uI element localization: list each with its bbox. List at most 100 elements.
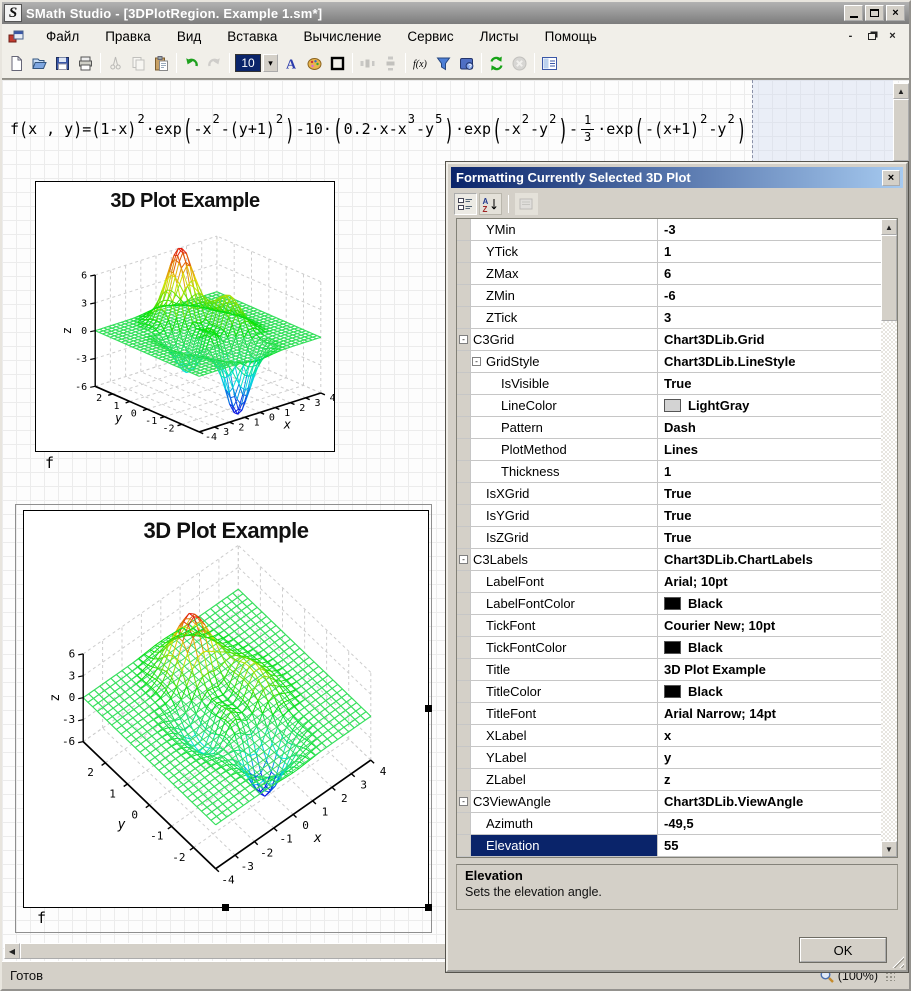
property-value[interactable]: z	[658, 769, 881, 790]
property-value[interactable]: True	[658, 373, 881, 394]
save-button[interactable]	[51, 52, 74, 75]
property-value[interactable]: Black	[658, 637, 881, 658]
property-row-PlotMethod[interactable]: PlotMethodLines	[457, 439, 881, 461]
property-name[interactable]: Azimuth	[471, 813, 658, 834]
property-row-TickFont[interactable]: TickFontCourier New; 10pt	[457, 615, 881, 637]
property-value[interactable]: Black	[658, 681, 881, 702]
property-name[interactable]: ZMin	[471, 285, 658, 306]
title-bar[interactable]: S SMath Studio - [3DPlotRegion. Example …	[2, 2, 909, 24]
property-value[interactable]: True	[658, 527, 881, 548]
property-row-Thickness[interactable]: Thickness1	[457, 461, 881, 483]
font-size-dropdown-icon[interactable]: ▾	[263, 54, 278, 72]
property-row-IsYGrid[interactable]: IsYGridTrue	[457, 505, 881, 527]
property-name[interactable]: C3Labels	[471, 549, 658, 570]
property-value[interactable]: x	[658, 725, 881, 746]
collapse-icon[interactable]: -	[459, 335, 468, 344]
propertygrid-scrollbar[interactable]: ▲ ▼	[881, 219, 897, 857]
property-value[interactable]: y	[658, 747, 881, 768]
plot-region-2[interactable]: -4-3-2-101234210-1-2630-3-6xyz 3D Plot E…	[23, 510, 429, 908]
property-name[interactable]: PlotMethod	[471, 439, 658, 460]
font-size-value[interactable]: 10	[235, 54, 261, 72]
property-row-TitleFont[interactable]: TitleFontArial Narrow; 14pt	[457, 703, 881, 725]
collapse-icon[interactable]: -	[472, 357, 481, 366]
property-row-TitleColor[interactable]: TitleColorBlack	[457, 681, 881, 703]
property-row-C3Grid[interactable]: -C3GridChart3DLib.Grid	[457, 329, 881, 351]
property-value[interactable]: 1	[658, 241, 881, 262]
property-row-LabelFontColor[interactable]: LabelFontColorBlack	[457, 593, 881, 615]
property-name[interactable]: LabelFont	[471, 571, 658, 592]
property-value[interactable]: True	[658, 483, 881, 504]
property-name[interactable]: ZLabel	[471, 769, 658, 790]
menu-item-6[interactable]: Сервис	[394, 26, 466, 47]
property-row-ZLabel[interactable]: ZLabelz	[457, 769, 881, 791]
dialog-close-button[interactable]: ×	[882, 170, 900, 186]
mdi-restore-button[interactable]	[863, 29, 880, 44]
property-name[interactable]: ZMax	[471, 263, 658, 284]
property-name[interactable]: XLabel	[471, 725, 658, 746]
menu-item-4[interactable]: Вставка	[214, 26, 290, 47]
pg-scroll-thumb[interactable]	[881, 235, 897, 321]
property-value[interactable]: 6	[658, 263, 881, 284]
property-name[interactable]: YLabel	[471, 747, 658, 768]
dialog-resize-grip[interactable]	[889, 953, 904, 968]
property-name[interactable]: TickFont	[471, 615, 658, 636]
pg-scroll-down-button[interactable]: ▼	[881, 841, 897, 857]
property-name[interactable]: IsZGrid	[471, 527, 658, 548]
categorized-button[interactable]	[454, 193, 477, 215]
property-value[interactable]: LightGray	[658, 395, 881, 416]
property-name[interactable]: LabelFontColor	[471, 593, 658, 614]
scroll-up-button[interactable]: ▲	[893, 83, 909, 99]
property-row-LineColor[interactable]: LineColorLightGray	[457, 395, 881, 417]
property-row-ZTick[interactable]: ZTick3	[457, 307, 881, 329]
mdi-minimize-button[interactable]: -	[842, 29, 859, 44]
scroll-left-button[interactable]: ◀	[4, 943, 20, 959]
property-name[interactable]: ZTick	[471, 307, 658, 328]
resize-handle-bottom[interactable]	[222, 904, 229, 911]
property-row-Azimuth[interactable]: Azimuth-49,5	[457, 813, 881, 835]
property-row-Title[interactable]: Title3D Plot Example	[457, 659, 881, 681]
recalculate-button[interactable]	[485, 52, 508, 75]
side-panels-button[interactable]	[538, 52, 561, 75]
property-name[interactable]: Pattern	[471, 417, 658, 438]
property-value[interactable]: Chart3DLib.Grid	[658, 329, 881, 350]
property-value[interactable]: 1	[658, 461, 881, 482]
property-name[interactable]: Elevation	[471, 835, 658, 856]
dialog-title-bar[interactable]: Formatting Currently Selected 3D Plot ×	[451, 167, 903, 188]
plot1-function-label[interactable]: f	[45, 454, 54, 472]
property-row-LabelFont[interactable]: LabelFontArial; 10pt	[457, 571, 881, 593]
collapse-icon[interactable]: -	[459, 797, 468, 806]
property-row-C3ViewAngle[interactable]: -C3ViewAngleChart3DLib.ViewAngle	[457, 791, 881, 813]
property-row-C3Labels[interactable]: -C3LabelsChart3DLib.ChartLabels	[457, 549, 881, 571]
resize-handle-right[interactable]	[425, 705, 432, 712]
maximize-button[interactable]	[865, 5, 884, 21]
property-name[interactable]: IsXGrid	[471, 483, 658, 504]
property-value[interactable]: Arial; 10pt	[658, 571, 881, 592]
property-value[interactable]: -49,5	[658, 813, 881, 834]
property-name[interactable]: YMin	[471, 219, 658, 240]
border-button[interactable]	[326, 52, 349, 75]
property-row-YMin[interactable]: YMin-3	[457, 219, 881, 241]
property-name[interactable]: TickFontColor	[471, 637, 658, 658]
property-value[interactable]: 3	[658, 307, 881, 328]
plot2-selection[interactable]: -4-3-2-101234210-1-2630-3-6xyz 3D Plot E…	[15, 504, 432, 933]
formula-region[interactable]: f(x , y)=(1-x)2·exp(-x2-(y+1)2)-10·(0.2·…	[10, 105, 747, 153]
font-color-button[interactable]: A	[280, 52, 303, 75]
property-name[interactable]: Thickness	[471, 461, 658, 482]
paste-button[interactable]	[150, 52, 173, 75]
property-name[interactable]: YTick	[471, 241, 658, 262]
menu-item-3[interactable]: Вид	[164, 26, 214, 47]
property-value[interactable]: 55	[658, 835, 881, 856]
property-row-YLabel[interactable]: YLabely	[457, 747, 881, 769]
property-row-ZMax[interactable]: ZMax6	[457, 263, 881, 285]
filter-button[interactable]	[432, 52, 455, 75]
minimize-button[interactable]	[844, 5, 863, 21]
property-value[interactable]: Arial Narrow; 14pt	[658, 703, 881, 724]
open-button[interactable]	[28, 52, 51, 75]
property-value[interactable]: Chart3DLib.ChartLabels	[658, 549, 881, 570]
plot-region-1[interactable]: -432101234210-1-2630-3-6xyz 3D Plot Exam…	[35, 181, 335, 452]
property-name[interactable]: C3ViewAngle	[471, 791, 658, 812]
property-value[interactable]: -6	[658, 285, 881, 306]
property-name[interactable]: IsVisible	[471, 373, 658, 394]
property-row-IsZGrid[interactable]: IsZGridTrue	[457, 527, 881, 549]
property-name[interactable]: Title	[471, 659, 658, 680]
